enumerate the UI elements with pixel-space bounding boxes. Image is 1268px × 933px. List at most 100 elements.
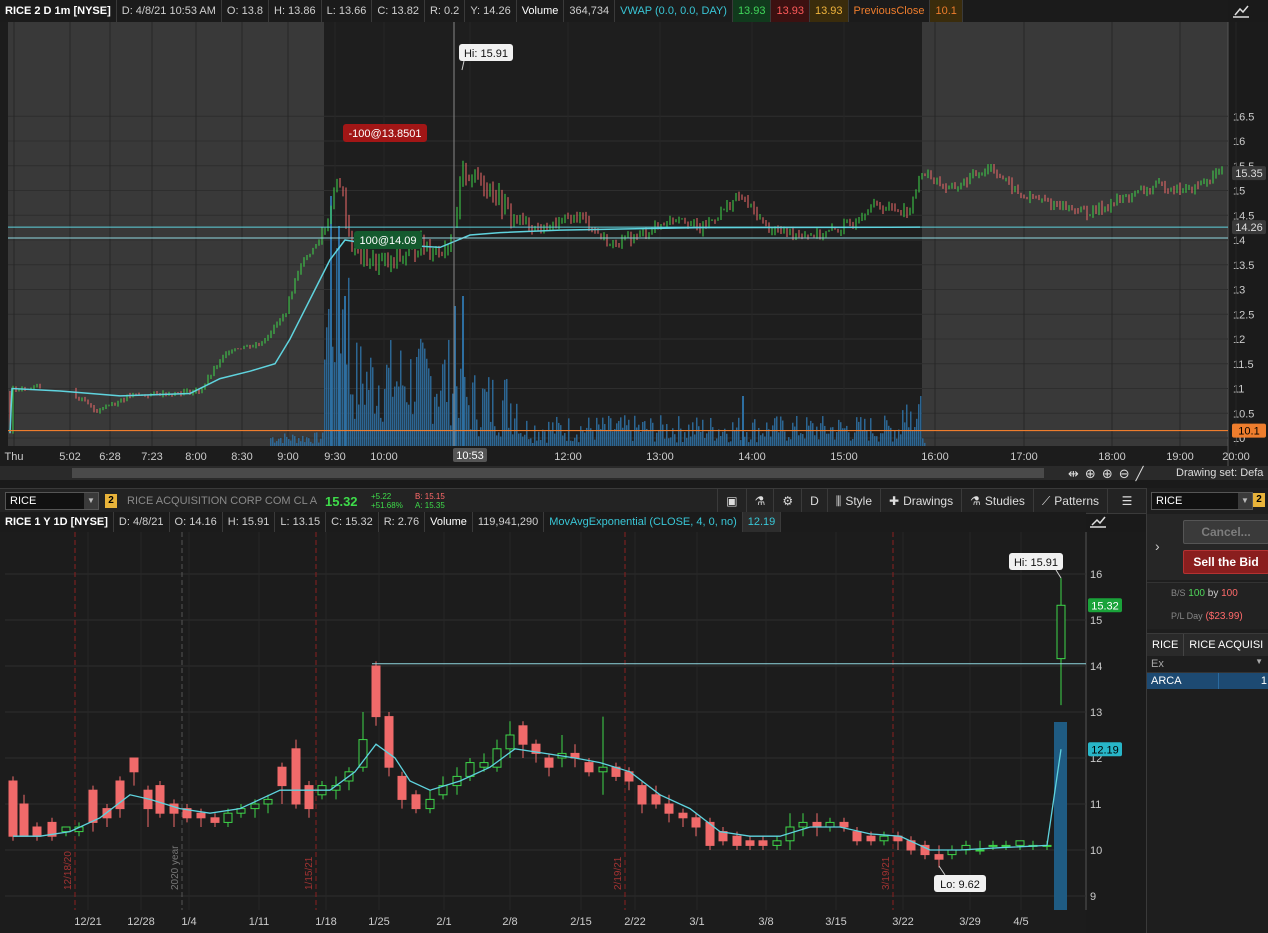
zoom-out-icon[interactable]: ⊖	[1119, 466, 1130, 482]
trade-symbol-input[interactable]: RICE ▼	[1151, 492, 1253, 510]
link-badge[interactable]: 2	[105, 494, 117, 508]
volume-bar	[426, 358, 428, 446]
intraday-chart[interactable]: 16.51615.51514.51413.51312.51211.51110.5…	[0, 0, 1268, 488]
fit-icon[interactable]: ⇹	[1068, 466, 1079, 482]
volume-bar	[558, 422, 560, 446]
volume-bar	[560, 425, 562, 446]
camera-icon: ▣	[726, 494, 738, 508]
time-scrollbar-thumb	[72, 468, 1044, 478]
volume-bar	[460, 368, 462, 446]
volume-bar	[394, 386, 396, 446]
drawings-button[interactable]: ✚ Drawings	[880, 489, 961, 513]
tab-description[interactable]: RICE ACQUISI	[1184, 634, 1268, 656]
volume-bar	[286, 436, 288, 446]
aggregation-button[interactable]: D	[801, 489, 827, 513]
volume-bar	[850, 440, 852, 446]
symbol-input[interactable]: RICE ▼	[5, 492, 99, 510]
daily-symbol-label[interactable]: RICE 1 Y 1D [NYSE]	[0, 512, 114, 532]
style-button[interactable]: ⫼ Style	[826, 489, 880, 513]
volume-bar	[278, 438, 280, 446]
volume-bar	[674, 434, 676, 446]
volume-bar	[824, 425, 826, 446]
volume-bar	[598, 424, 600, 446]
chevron-down-icon[interactable]: ▼	[84, 493, 98, 509]
zoom-in-icon[interactable]: ⊕	[1102, 466, 1113, 482]
trade-link-badge[interactable]: 2	[1253, 493, 1265, 507]
time-tick-label: 19:00	[1166, 451, 1194, 463]
volume-bar	[382, 421, 384, 446]
menu-button[interactable]: ☰	[1107, 489, 1146, 513]
settings-button[interactable]: ⚙	[773, 489, 801, 513]
volume-bar	[592, 431, 594, 446]
buy-label: 100@14.09	[359, 235, 416, 247]
daily-candle-body	[8, 780, 18, 837]
volume-bar	[618, 420, 620, 446]
daily-settings-icon[interactable]	[1088, 514, 1108, 530]
chevron-down-icon[interactable]: ▼	[1238, 493, 1252, 509]
volume-bar	[924, 442, 926, 446]
crosshair-icon[interactable]: ⊕	[1085, 466, 1096, 482]
volume-bar	[802, 434, 804, 446]
volume-bar	[492, 379, 494, 446]
daily-candle-body	[88, 789, 98, 823]
exchange-row[interactable]: ARCA 1	[1147, 673, 1268, 689]
studies-button[interactable]: ⚗ Studies	[961, 489, 1033, 513]
col-ex-label[interactable]: Ex	[1151, 658, 1164, 670]
daily-price-tick: 16	[1090, 569, 1102, 581]
hi-label: Hi: 15.91	[464, 48, 508, 60]
volume-bar	[814, 435, 816, 446]
volume-bar	[524, 434, 526, 446]
daily-date-tick: 1/11	[249, 916, 270, 928]
daily-event-label: 2/19/21	[613, 856, 624, 890]
drawing-set-label[interactable]: Drawing set: Defa	[1176, 467, 1263, 479]
volume-bar	[712, 427, 714, 446]
sell-bid-button[interactable]: Sell the Bid	[1183, 550, 1268, 574]
daily-candle-body	[505, 734, 515, 750]
daily-candle-body	[732, 835, 742, 846]
volume-bar	[688, 424, 690, 446]
volume-bar	[410, 359, 412, 446]
volume-bar	[620, 417, 622, 446]
pl-row: P/L Day ($23.99)	[1171, 611, 1243, 622]
volume-bar	[790, 439, 792, 446]
volume-bar	[804, 438, 806, 446]
pencil-icon[interactable]: ╱	[1136, 466, 1144, 482]
volume-bar	[724, 428, 726, 446]
cancel-button[interactable]: Cancel...	[1183, 520, 1268, 544]
volume-bar	[398, 386, 400, 446]
volume-bar	[272, 437, 274, 446]
volume-bar	[442, 364, 444, 446]
screenshot-button[interactable]: ▣	[717, 489, 745, 513]
chevron-right-icon[interactable]: ›	[1155, 538, 1160, 554]
volume-bar	[832, 427, 834, 446]
volume-bar	[580, 426, 582, 446]
lab-button[interactable]: ⚗	[745, 489, 774, 513]
volume-bar	[450, 425, 452, 446]
volume-bar	[464, 376, 466, 446]
daily-candle-body	[479, 762, 489, 768]
volume-bar	[472, 382, 474, 446]
volume-bar	[384, 388, 386, 446]
volume-bar	[738, 417, 740, 446]
volume-bar	[544, 431, 546, 446]
daily-date-tick: 2/15	[570, 916, 591, 928]
daily-candle-body	[61, 826, 71, 833]
daily-volume-label[interactable]: Volume	[425, 512, 473, 532]
menu-icon: ☰	[1121, 494, 1133, 508]
volume-bar	[440, 390, 442, 446]
daily-candle-body	[102, 808, 112, 819]
flask-icon: ⚗	[970, 494, 981, 508]
daily-candle-body	[758, 840, 768, 846]
volume-bar	[536, 440, 538, 446]
ema-label[interactable]: MovAvgExponential (CLOSE, 4, 0, no)	[544, 512, 743, 532]
daily-header: RICE 1 Y 1D [NYSE] D: 4/8/21 O: 14.16 H:…	[0, 512, 1086, 532]
patterns-button[interactable]: ⟋ Patterns	[1032, 489, 1107, 513]
volume-bar	[708, 431, 710, 446]
tab-symbol[interactable]: RICE	[1147, 634, 1185, 656]
chevron-down-icon[interactable]: ▼	[1255, 657, 1263, 666]
volume-bar	[282, 443, 284, 446]
daily-candle-body	[906, 840, 916, 851]
volume-bar	[350, 394, 352, 446]
volume-bar	[650, 418, 652, 446]
volume-bar	[902, 410, 904, 446]
